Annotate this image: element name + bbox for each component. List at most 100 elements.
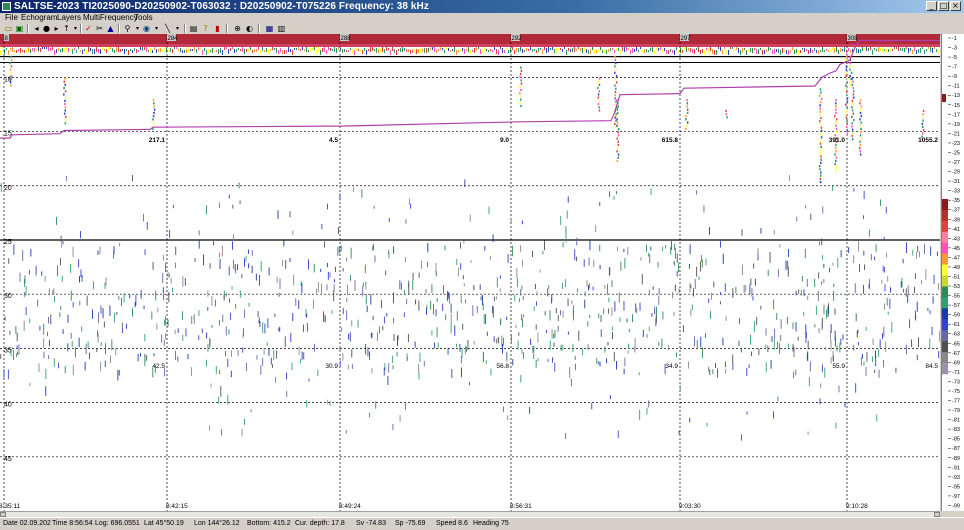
top-band-ping <box>892 49 893 51</box>
dropdown-arrow-icon[interactable]: ▾ <box>152 24 161 33</box>
echo-mark <box>863 190 865 200</box>
top-band-ping <box>534 49 535 51</box>
top-band-ping <box>160 48 161 52</box>
echo-mark <box>662 246 663 252</box>
echo-mark <box>725 109 727 113</box>
menu-tools[interactable]: Tools <box>134 13 153 23</box>
top-band-ping <box>110 47 111 49</box>
echo-mark <box>286 372 288 380</box>
top-band-ping <box>366 50 367 55</box>
binoculars-icon[interactable]: ⊕ <box>233 24 242 33</box>
help-icon[interactable]: ? <box>201 24 210 33</box>
echo-mark <box>773 411 775 419</box>
top-band-ping <box>608 49 609 52</box>
top-band-ping <box>236 49 237 52</box>
echo-mark <box>205 359 207 367</box>
play-icon[interactable]: ▣ <box>15 24 24 33</box>
echo-mark <box>565 433 567 440</box>
menu-file[interactable]: File <box>5 13 18 23</box>
echo-mark <box>819 113 821 117</box>
echo-mark <box>914 286 915 294</box>
top-band-ping <box>348 50 349 52</box>
top-band-ping <box>840 48 841 52</box>
pointer-icon[interactable]: ↑ <box>62 24 71 33</box>
step-forward-icon[interactable]: ▸ <box>52 24 61 33</box>
echo-mark <box>257 311 259 318</box>
echo-mark <box>921 280 923 285</box>
top-band-ping <box>670 49 671 52</box>
toolbar-separator <box>118 24 120 33</box>
top-band-ping <box>894 47 895 49</box>
echo-mark <box>820 126 823 129</box>
echo-mark <box>686 111 689 115</box>
echo-mark <box>60 235 62 243</box>
menu-multifrequency[interactable]: MultiFrequency <box>83 13 138 23</box>
echo-mark <box>616 137 619 140</box>
echo-mark <box>520 104 522 108</box>
echo-mark <box>773 229 775 235</box>
checkmark-icon[interactable]: ✓ <box>84 24 93 33</box>
echogram-canvas[interactable]: 10152025303540458:35:11 8:42:15 8:49:24 8:5… <box>0 34 940 511</box>
top-band-ping <box>458 50 459 52</box>
echo-mark <box>930 246 932 256</box>
top-band-ping <box>504 50 505 53</box>
echo-mark <box>64 122 67 125</box>
echo-mark <box>598 99 601 102</box>
echo-mark <box>614 94 616 97</box>
echo-mark <box>70 263 72 273</box>
echo-mark <box>883 360 885 368</box>
top-band-ping <box>576 49 577 51</box>
close-button[interactable]: × <box>950 1 961 11</box>
dropdown-arrow-icon[interactable]: ▾ <box>133 24 142 33</box>
scale-label: -75 <box>952 389 960 395</box>
echo-mark <box>234 263 236 271</box>
menu-echogram[interactable]: Echogram <box>21 13 57 23</box>
layout-icon[interactable]: ▥ <box>277 24 286 33</box>
echo-mark <box>18 344 20 355</box>
record-icon[interactable]: ● <box>42 24 51 33</box>
echo-mark <box>883 236 885 241</box>
echo-mark <box>456 311 458 321</box>
zoom-icon[interactable]: ⚲ <box>123 24 132 33</box>
echo-mark <box>152 261 154 270</box>
top-band-ping <box>28 47 29 52</box>
chart-icon[interactable]: ▤ <box>189 24 198 33</box>
top-band-ping <box>146 47 147 52</box>
echo-mark <box>860 105 863 108</box>
echo-mark <box>611 307 613 316</box>
echo-mark <box>632 314 633 323</box>
echo-mark <box>472 305 474 317</box>
echogram-panel[interactable]: 10 15 20 25 30 35 40 45 8:35:11 8:42:15 8:49:24 8:5… <box>0 34 940 511</box>
top-band-ping <box>554 49 555 53</box>
line-tool-icon[interactable]: ╲ <box>163 24 172 33</box>
echo-mark <box>676 352 678 358</box>
top-band-ping <box>658 48 659 51</box>
grid-icon[interactable]: ▦ <box>265 24 274 33</box>
echo-mark <box>70 332 72 339</box>
top-band-ping <box>58 48 59 51</box>
echo-mark <box>93 281 94 290</box>
echo-mark <box>123 292 125 303</box>
top-band-ping <box>262 47 263 51</box>
top-band-ping <box>640 47 641 49</box>
scissors-icon[interactable]: ✂ <box>95 24 104 33</box>
marker-icon[interactable]: ▮ <box>213 24 222 33</box>
triangle-icon[interactable]: ▲ <box>106 24 115 33</box>
top-band-ping <box>280 48 281 52</box>
echo-mark <box>207 343 209 352</box>
echo-mark <box>152 118 154 121</box>
echo-mark <box>901 277 903 287</box>
maximize-button[interactable]: □ <box>938 1 949 11</box>
dropdown-arrow-icon[interactable]: ▾ <box>71 24 80 33</box>
echo-mark <box>529 406 531 414</box>
dropdown-arrow-icon[interactable]: ▾ <box>173 24 182 33</box>
scale-color-swatch <box>942 308 948 320</box>
echo-mark <box>153 105 155 108</box>
echo-mark <box>170 277 172 284</box>
eraser-icon[interactable]: ◐ <box>245 24 254 33</box>
open-folder-icon[interactable]: ▭ <box>4 24 13 33</box>
minimize-button[interactable]: _ <box>926 1 937 11</box>
step-back-icon[interactable]: ◂ <box>32 24 41 33</box>
menu-layers[interactable]: Layers <box>57 13 81 23</box>
globe-icon[interactable]: ◉ <box>142 24 151 33</box>
